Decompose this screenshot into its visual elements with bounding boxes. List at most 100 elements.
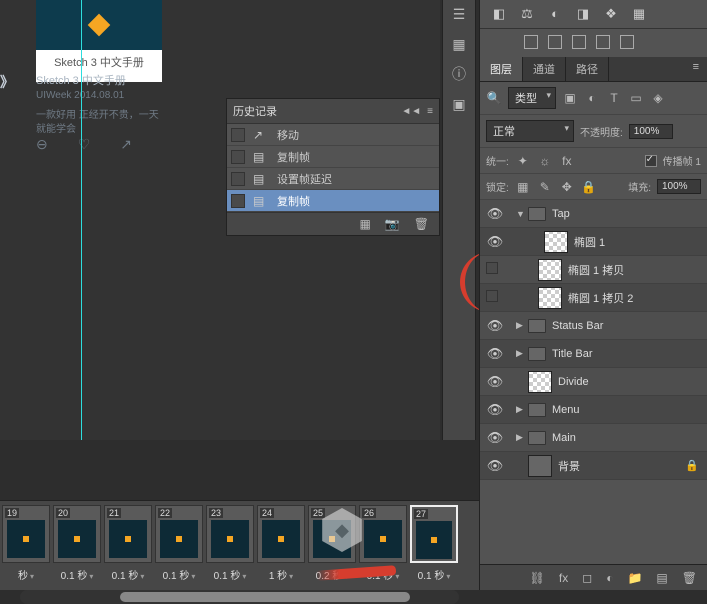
histogram-icon[interactable]: ◧: [490, 6, 508, 22]
visibility-icon[interactable]: 👁: [480, 206, 510, 222]
layer-row[interactable]: 👁▶Status Bar: [480, 312, 707, 340]
mask-icon[interactable]: ◻: [582, 571, 592, 585]
layer-row[interactable]: 👁背景🔒: [480, 452, 707, 480]
visibility-checkbox[interactable]: [480, 262, 504, 277]
adj-icon-5[interactable]: [620, 35, 634, 49]
layer-row[interactable]: 👁▼Tap: [480, 200, 707, 228]
frame-duration[interactable]: 0.2 秒: [308, 567, 356, 582]
fill-field[interactable]: 100%: [657, 179, 701, 194]
scrollbar-thumb[interactable]: [120, 592, 410, 602]
info-icon[interactable]: ⓘ: [449, 64, 469, 84]
layer-row[interactable]: 椭圆 1 拷贝: [480, 256, 707, 284]
adj-icon-4[interactable]: [596, 35, 610, 49]
history-checkbox[interactable]: [231, 128, 245, 142]
history-item[interactable]: ▤ 设置帧延迟: [227, 168, 439, 190]
create-document-icon[interactable]: 📷: [385, 217, 400, 231]
unify-pos-icon[interactable]: ✦: [515, 154, 531, 168]
filter-adjust-icon[interactable]: ◐: [584, 91, 600, 105]
unify-style-icon[interactable]: fx: [559, 154, 575, 168]
timeline-frame[interactable]: 22: [155, 505, 203, 563]
timeline-frame[interactable]: 20: [53, 505, 101, 563]
visibility-icon[interactable]: 👁: [480, 430, 510, 446]
new-snapshot-icon[interactable]: ▦: [359, 217, 370, 231]
visibility-icon[interactable]: 👁: [480, 318, 510, 334]
history-checkbox[interactable]: [231, 150, 245, 164]
timeline-frame[interactable]: 27: [410, 505, 458, 563]
trash-icon[interactable]: 🗑: [682, 571, 697, 585]
brush-presets-icon[interactable]: ▦: [449, 34, 469, 54]
layer-row[interactable]: 👁▶Title Bar: [480, 340, 707, 368]
frame-duration[interactable]: 0.1 秒: [104, 567, 152, 582]
filter-text-icon[interactable]: T: [606, 91, 622, 105]
vibrance-icon[interactable]: ❖: [602, 6, 620, 22]
comment-icon[interactable]: ⊖: [36, 136, 48, 153]
fill-adj-icon[interactable]: ◐: [606, 571, 613, 585]
opacity-field[interactable]: 100%: [629, 124, 673, 139]
expand-icon[interactable]: ▶: [516, 320, 528, 331]
lock-all-icon[interactable]: 🔒: [581, 180, 597, 194]
layers-icon[interactable]: ▣: [449, 94, 469, 114]
more-icon[interactable]: ▦: [630, 6, 648, 22]
doc-thumbnail[interactable]: Sketch 3 中文手册: [36, 0, 162, 82]
layer-row[interactable]: 👁▶Main: [480, 424, 707, 452]
frame-duration[interactable]: 0.1 秒: [206, 567, 254, 582]
timeline-frame[interactable]: 19: [2, 505, 50, 563]
expand-icon[interactable]: ▶: [516, 404, 528, 415]
link-icon[interactable]: ⛓: [530, 571, 545, 585]
tab-layers[interactable]: 图层: [480, 57, 523, 81]
delete-icon[interactable]: 🗑: [414, 217, 429, 231]
expand-icon[interactable]: ▼: [516, 209, 528, 219]
visibility-icon[interactable]: 👁: [480, 458, 510, 474]
expand-icon[interactable]: ▶: [516, 432, 528, 443]
history-menu-icon[interactable]: ≡: [427, 106, 433, 117]
history-header[interactable]: 历史记录 ◄◄ ≡: [227, 99, 439, 124]
vertical-guide[interactable]: [81, 0, 82, 440]
kind-select[interactable]: 类型: [508, 87, 556, 109]
frame-duration[interactable]: 1 秒: [257, 567, 305, 582]
unify-vis-icon[interactable]: ☼: [537, 154, 553, 168]
lock-image-icon[interactable]: ✎: [537, 180, 553, 194]
timeline-frame[interactable]: 26: [359, 505, 407, 563]
visibility-checkbox[interactable]: [480, 290, 504, 305]
frame-duration[interactable]: 0.1 秒: [410, 567, 458, 582]
timeline-frame[interactable]: 23: [206, 505, 254, 563]
adj-icon-2[interactable]: [548, 35, 562, 49]
layer-row[interactable]: 椭圆 1 拷贝 2: [480, 284, 707, 312]
lock-trans-icon[interactable]: ▦: [515, 180, 531, 194]
balance-icon[interactable]: ⚖: [518, 6, 536, 22]
fx-icon[interactable]: fx: [559, 571, 568, 585]
adj-icon-3[interactable]: [572, 35, 586, 49]
history-item[interactable]: ▤ 复制帧: [227, 146, 439, 168]
filter-image-icon[interactable]: ▣: [562, 91, 578, 105]
share-icon[interactable]: ↗: [120, 136, 132, 153]
contrast-icon[interactable]: ◐: [546, 6, 564, 22]
history-checkbox[interactable]: [231, 194, 245, 208]
frame-duration[interactable]: 0.1 秒: [53, 567, 101, 582]
timeline-frame[interactable]: 21: [104, 505, 152, 563]
visibility-icon[interactable]: 👁: [480, 234, 510, 250]
visibility-icon[interactable]: 👁: [480, 346, 510, 362]
new-layer-icon[interactable]: ▤: [656, 571, 667, 585]
history-checkbox[interactable]: [231, 172, 245, 186]
tab-channels[interactable]: 通道: [523, 57, 566, 81]
propagate-checkbox[interactable]: [645, 155, 657, 167]
properties-icon[interactable]: ☰: [449, 4, 469, 24]
visibility-icon[interactable]: 👁: [480, 374, 510, 390]
lock-pos-icon[interactable]: ✥: [559, 180, 575, 194]
layer-row[interactable]: 👁▶Menu: [480, 396, 707, 424]
exposure-icon[interactable]: ◨: [574, 6, 592, 22]
blend-mode-select[interactable]: 正常: [486, 120, 574, 142]
adj-icon-1[interactable]: [524, 35, 538, 49]
panel-menu-icon[interactable]: ≡: [685, 57, 707, 81]
frame-duration[interactable]: 秒: [2, 567, 50, 582]
timeline-frame[interactable]: 24: [257, 505, 305, 563]
layer-row[interactable]: 👁Divide: [480, 368, 707, 396]
history-item[interactable]: ↗ 移动: [227, 124, 439, 146]
layer-row[interactable]: 👁椭圆 1: [480, 228, 707, 256]
new-group-icon[interactable]: 📁: [627, 571, 642, 585]
history-item[interactable]: ▤ 复制帧: [227, 190, 439, 212]
history-collapse-icon[interactable]: ◄◄: [401, 106, 421, 117]
frame-duration[interactable]: 0.1 秒: [359, 567, 407, 582]
search-icon[interactable]: 🔍: [486, 91, 502, 105]
frame-duration[interactable]: 0.1 秒: [155, 567, 203, 582]
